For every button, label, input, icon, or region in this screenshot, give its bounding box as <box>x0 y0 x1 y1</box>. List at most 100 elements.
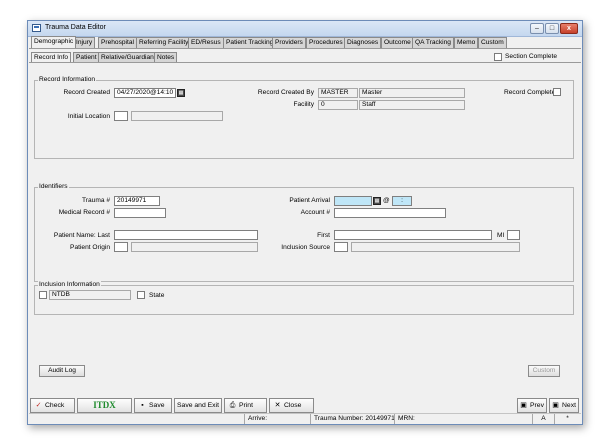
first-name-field[interactable] <box>334 230 492 240</box>
custom-button[interactable]: Custom <box>528 365 560 377</box>
initial-location-code-field[interactable] <box>114 111 128 121</box>
patient-arrival-date-field[interactable] <box>334 196 372 206</box>
print-button[interactable]: ⎙ Print <box>224 398 267 413</box>
at-sign: @ <box>383 197 390 204</box>
section-complete-label: Section Complete <box>505 53 558 60</box>
account-number-field[interactable] <box>334 208 446 218</box>
patient-origin-label: Patient Origin <box>70 244 110 251</box>
facility-name: Staff <box>359 100 465 110</box>
title-bar[interactable]: Trauma Data Editor – □ x <box>28 21 582 37</box>
tab-diagnoses[interactable]: Diagnoses <box>344 37 382 48</box>
account-number-label: Account # <box>300 209 330 216</box>
record-created-field[interactable]: 04/27/2020@14:10 <box>114 88 176 98</box>
initial-location-label: Initial Location <box>67 113 110 120</box>
tab-patient-tracking[interactable]: Patient Tracking <box>223 37 277 48</box>
status-arrive: Arrive: <box>244 414 310 424</box>
close-button[interactable]: ✕ Close <box>269 398 314 413</box>
trauma-number-field[interactable]: 20149971 <box>114 196 160 206</box>
prev-button[interactable]: ▣ Prev <box>517 398 547 413</box>
ntdb-field: NTDB <box>49 290 131 300</box>
identifiers-label: Identifiers <box>38 183 69 190</box>
tab-prehospital[interactable]: Prehospital <box>98 37 137 48</box>
patient-arrival-time-field[interactable]: : <box>392 196 412 206</box>
section-complete-checkbox[interactable] <box>494 53 502 61</box>
check-button[interactable]: ✓ Check <box>30 398 75 413</box>
tab-ed-resus[interactable]: ED/Resus <box>188 37 224 48</box>
record-complete-label: Record Complete <box>504 89 556 96</box>
tab-injury[interactable]: Injury <box>73 37 96 48</box>
record-created-label: Record Created <box>63 89 110 96</box>
app-icon <box>32 24 41 32</box>
status-a: A <box>532 414 554 424</box>
tab-custom[interactable]: Custom <box>478 37 507 48</box>
next-button-label: Next <box>562 402 576 409</box>
minimize-button[interactable]: – <box>530 23 544 34</box>
tab-memo[interactable]: Memo <box>454 37 479 48</box>
status-star: * <box>554 414 580 424</box>
patient-last-name-label: Patient Name: Last <box>53 232 110 239</box>
patient-origin-description <box>131 242 258 252</box>
tab-providers[interactable]: Providers <box>272 37 306 48</box>
subtab-record-info[interactable]: Record Info <box>31 52 72 62</box>
next-icon: ▣ <box>552 402 559 409</box>
close-x-icon: ✕ <box>274 402 281 409</box>
record-created-by-code: MASTER <box>318 88 358 98</box>
record-complete-checkbox[interactable] <box>553 88 561 96</box>
subtab-notes[interactable]: Notes <box>154 52 178 62</box>
patient-arrival-label: Patient Arrival <box>289 197 330 204</box>
middle-initial-label: MI <box>497 232 505 239</box>
checkmark-icon: ✓ <box>35 402 42 409</box>
inclusion-source-code-field[interactable] <box>334 242 348 252</box>
next-button[interactable]: ▣ Next <box>549 398 579 413</box>
audit-log-button[interactable]: Audit Log <box>39 365 85 377</box>
subtab-strip-divider <box>29 62 581 63</box>
prev-button-label: Prev <box>530 402 544 409</box>
close-button-label: Close <box>284 402 302 409</box>
record-information-label: Record Information <box>38 76 97 83</box>
check-button-label: Check <box>45 402 65 409</box>
status-mrn: MRN: <box>394 414 532 424</box>
print-button-label: Print <box>239 402 253 409</box>
save-and-exit-label: Save and Exit <box>177 402 219 409</box>
save-and-exit-button[interactable]: Save and Exit <box>174 398 222 413</box>
tab-referring-facility[interactable]: Referring Facility <box>136 37 192 48</box>
inclusion-information-label: Inclusion Information <box>38 281 101 288</box>
itdx-button[interactable]: ITDX <box>77 398 132 413</box>
inclusion-source-label: Inclusion Source <box>281 244 330 251</box>
subtab-relative-guardian[interactable]: Relative/Guardian <box>98 52 157 62</box>
tab-procedures[interactable]: Procedures <box>306 37 346 48</box>
status-trauma-number: Trauma Number: 20149971 <box>310 414 395 424</box>
tab-strip-divider <box>29 48 581 49</box>
itdx-logo: ITDX <box>93 400 116 410</box>
window-title: Trauma Data Editor <box>45 24 106 31</box>
inclusion-source-description <box>351 242 520 252</box>
medical-record-label: Medical Record # <box>58 209 110 216</box>
tab-qa-tracking[interactable]: QA Tracking <box>412 37 454 48</box>
state-checkbox[interactable] <box>137 291 145 299</box>
facility-label: Facility <box>293 101 314 108</box>
facility-code: 0 <box>318 100 358 110</box>
tab-outcome[interactable]: Outcome <box>381 37 414 48</box>
maximize-button[interactable]: □ <box>545 23 559 34</box>
save-button-label: Save <box>149 402 165 409</box>
first-name-label: First <box>317 232 330 239</box>
arrival-calendar-icon[interactable]: ▦ <box>373 197 381 205</box>
state-label: State <box>149 292 165 299</box>
medical-record-field[interactable] <box>114 208 166 218</box>
patient-last-name-field[interactable] <box>114 230 258 240</box>
floppy-disk-icon: ▪ <box>141 402 144 409</box>
save-button[interactable]: ▪ Save <box>134 398 172 413</box>
prev-icon: ▣ <box>520 402 527 409</box>
tab-demographic[interactable]: Demographic <box>31 36 77 48</box>
calendar-icon[interactable]: ▦ <box>177 89 185 97</box>
record-created-by-name: Master <box>359 88 465 98</box>
patient-origin-code-field[interactable] <box>114 242 128 252</box>
ntdb-checkbox[interactable] <box>39 291 47 299</box>
trauma-data-editor-window: Trauma Data Editor – □ x Demographic Inj… <box>27 20 583 425</box>
middle-initial-field[interactable] <box>507 230 520 240</box>
trauma-number-label: Trauma # <box>82 197 110 204</box>
record-created-by-label: Record Created By <box>257 89 314 96</box>
close-window-button[interactable]: x <box>560 23 578 34</box>
subtab-patient[interactable]: Patient <box>73 52 100 62</box>
printer-icon: ⎙ <box>229 402 236 409</box>
